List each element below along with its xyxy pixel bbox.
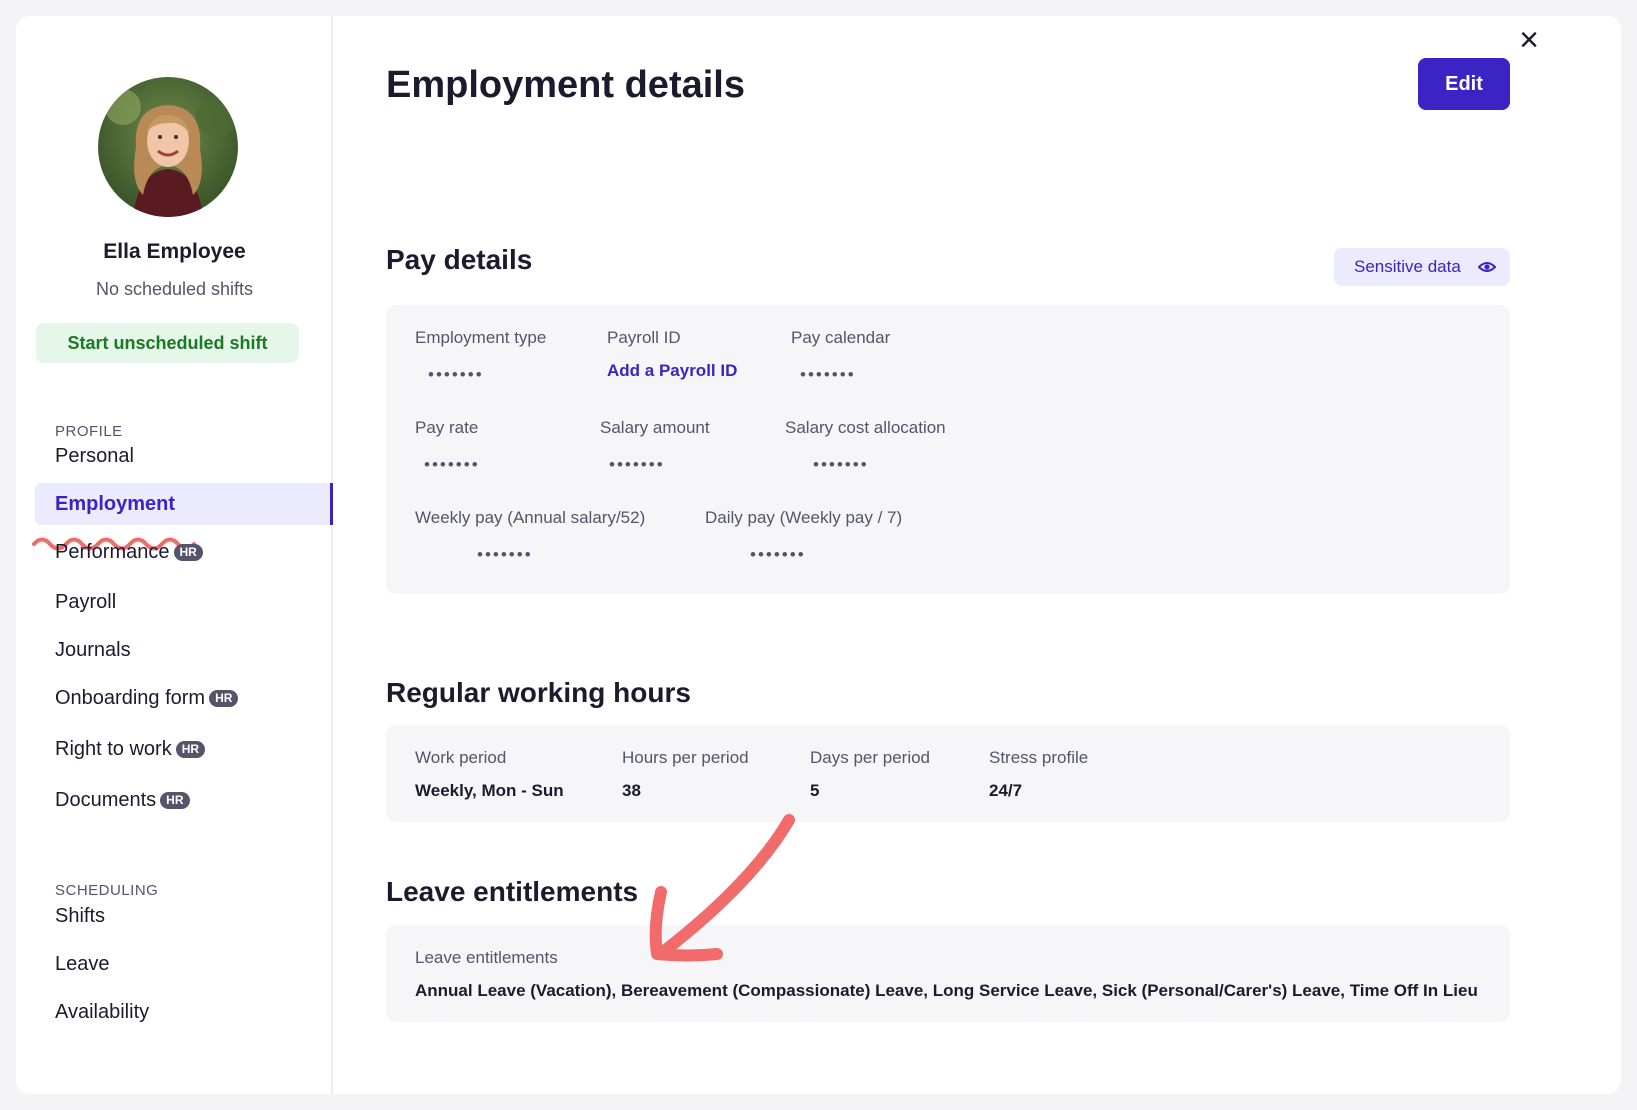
pay-details-title: Pay details [386,244,533,275]
weekly-pay-label: Weekly pay (Annual salary/52) [415,508,646,527]
salary-cost-allocation-value: ••••••• [813,455,869,474]
stress-profile-value: 24/7 [989,781,1023,800]
leave-entitlements-title: Leave entitlements [386,876,639,907]
days-per-period-value: 5 [810,781,820,800]
sidebar-item-onboarding-form[interactable]: Onboarding form HR [35,677,333,719]
work-period-label: Work period [415,748,507,767]
hours-per-period-value: 38 [622,781,641,800]
pay-calendar-value: ••••••• [800,365,856,384]
sidebar-item-documents[interactable]: Documents HR [35,779,333,821]
employee-name: Ella Employee [103,240,246,263]
sidebar-item-personal[interactable]: Personal [35,435,333,477]
sidebar-item-label: Right to work [55,738,172,760]
sensitive-data-label: Sensitive data [1354,257,1461,276]
shift-status: No scheduled shifts [95,279,254,299]
hours-per-period-label: Hours per period [622,748,749,767]
main-content: × Employment details Edit Pay details Se… [333,16,1621,1094]
hr-badge: HR [160,792,190,810]
salary-cost-allocation-label: Salary cost allocation [785,418,946,437]
sidebar-item-employment[interactable]: Employment [35,483,333,525]
leave-entitlements-card: Leave entitlements Annual Leave (Vacatio… [386,925,1510,1022]
sidebar-item-label: Availability [55,1001,150,1023]
hr-badge: HR [209,690,239,708]
working-hours-card: Work period Weekly, Mon - Sun Hours per … [386,725,1510,822]
edit-button[interactable]: Edit [1418,58,1510,110]
arrow-annotation [649,814,795,962]
add-payroll-id-link[interactable]: Add a Payroll ID [607,361,737,381]
payroll-id-label: Payroll ID [607,328,681,347]
sidebar-item-performance[interactable]: Performance HR [35,531,333,573]
avatar [98,77,238,217]
pay-calendar-label: Pay calendar [791,328,891,347]
pay-rate-value: ••••••• [424,455,480,474]
sensitive-data-toggle[interactable]: Sensitive data [1334,248,1510,286]
sidebar-item-availability[interactable]: Availability [35,991,333,1033]
sidebar-item-right-to-work[interactable]: Right to work HR [35,728,333,770]
days-per-period-label: Days per period [810,748,931,767]
salary-amount-label: Salary amount [600,418,710,437]
sidebar-item-shifts[interactable]: Shifts [35,895,333,937]
daily-pay-value: ••••••• [750,545,806,564]
close-icon[interactable]: × [1513,23,1545,57]
sidebar: Ella Employee No scheduled shifts Start … [16,16,333,1094]
sidebar-item-label: Leave [55,953,110,975]
pay-details-card: Employment type ••••••• Payroll ID Add a… [386,305,1510,594]
sidebar-item-label: Documents [55,789,157,811]
start-unscheduled-shift-button[interactable]: Start unscheduled shift [36,323,299,363]
employment-type-label: Employment type [415,328,547,347]
working-hours-title: Regular working hours [386,677,691,708]
sidebar-item-label: Performance [55,541,170,563]
employment-type-value: ••••••• [428,365,484,384]
sidebar-item-payroll[interactable]: Payroll [35,581,333,623]
leave-entitlements-value: Annual Leave (Vacation), Bereavement (Co… [415,981,1478,1000]
sidebar-item-label: Employment [55,493,176,515]
work-period-value: Weekly, Mon - Sun [415,781,564,800]
daily-pay-label: Daily pay (Weekly pay / 7) [705,508,903,527]
sidebar-item-label: Onboarding form [55,687,206,709]
leave-entitlements-label: Leave entitlements [415,948,558,967]
eye-icon [1478,262,1496,272]
sidebar-item-leave[interactable]: Leave [35,943,333,985]
page-title: Employment details [386,64,745,106]
pay-rate-label: Pay rate [415,418,479,437]
hr-badge: HR [175,741,206,759]
sidebar-item-label: Shifts [55,905,106,927]
salary-amount-value: ••••••• [609,455,665,474]
hr-badge: HR [173,544,203,562]
sidebar-item-label: Journals [55,639,131,661]
stress-profile-label: Stress profile [989,748,1089,767]
weekly-pay-value: ••••••• [477,545,533,564]
sidebar-item-label: Payroll [55,591,117,613]
sidebar-item-label: Personal [55,445,134,467]
employee-modal: Ella Employee No scheduled shifts Start … [16,16,1621,1094]
sidebar-item-journals[interactable]: Journals [35,629,333,671]
